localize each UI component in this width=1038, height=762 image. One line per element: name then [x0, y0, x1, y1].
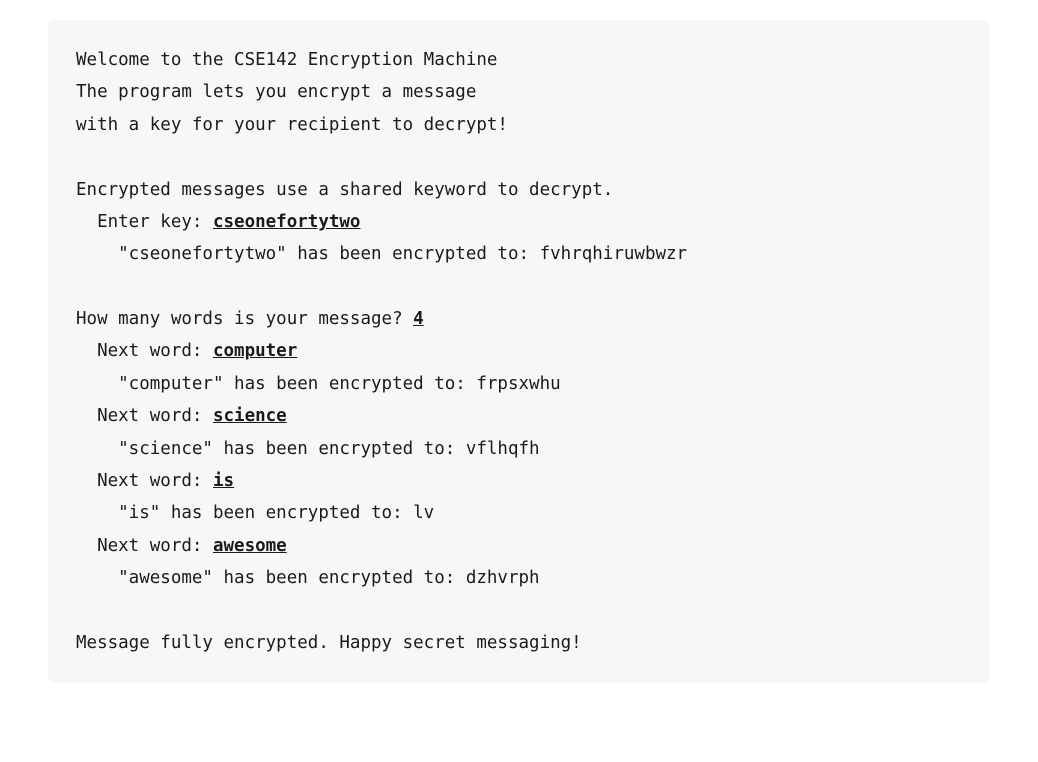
- intro-line-1: Welcome to the CSE142 Encryption Machine: [76, 50, 497, 70]
- word-count-prompt: How many words is your message?: [76, 309, 413, 329]
- word-count-input: 4: [413, 309, 424, 329]
- word-result-4: "awesome" has been encrypted to: dzhvrph: [76, 568, 540, 588]
- word-result-3: "is" has been encrypted to: lv: [76, 503, 434, 523]
- word-input-4: awesome: [213, 536, 287, 556]
- intro-line-3: with a key for your recipient to decrypt…: [76, 115, 508, 135]
- key-input: cseonefortytwo: [213, 212, 361, 232]
- next-word-label: Next word:: [76, 536, 213, 556]
- word-result-2: "science" has been encrypted to: vflhqfh: [76, 439, 540, 459]
- next-word-label: Next word:: [76, 406, 213, 426]
- next-word-label: Next word:: [76, 471, 213, 491]
- console-output: Welcome to the CSE142 Encryption Machine…: [48, 20, 990, 683]
- word-input-3: is: [213, 471, 234, 491]
- intro-line-2: The program lets you encrypt a message: [76, 82, 476, 102]
- footer-message: Message fully encrypted. Happy secret me…: [76, 633, 582, 653]
- key-prompt: Encrypted messages use a shared keyword …: [76, 180, 613, 200]
- key-result-value: fvhrqhiruwbwzr: [540, 244, 688, 264]
- word-result-1: "computer" has been encrypted to: frpsxw…: [76, 374, 561, 394]
- next-word-label: Next word:: [76, 341, 213, 361]
- word-input-2: science: [213, 406, 287, 426]
- enter-key-label: Enter key:: [76, 212, 213, 232]
- word-input-1: computer: [213, 341, 297, 361]
- key-result-prefix: "cseonefortytwo" has been encrypted to:: [76, 244, 540, 264]
